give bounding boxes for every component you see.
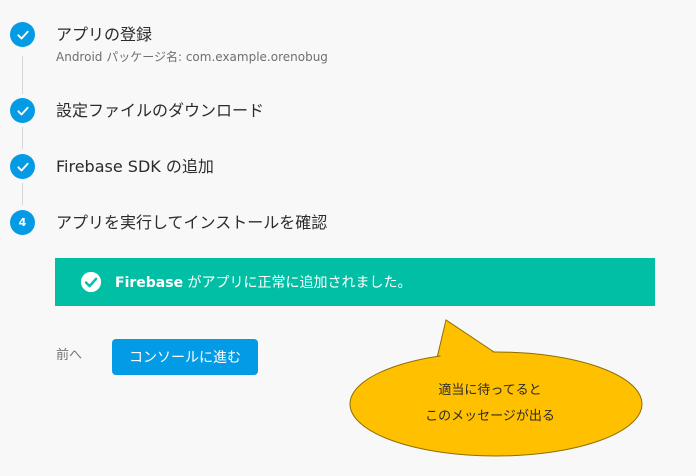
annotation-line-1: 適当に待ってると — [438, 383, 542, 398]
success-message: Firebase がアプリに正常に追加されました。 — [115, 272, 412, 292]
prev-button[interactable]: 前へ — [56, 346, 82, 366]
success-banner: Firebase がアプリに正常に追加されました。 — [55, 258, 655, 306]
annotation-line-2: このメッセージが出る — [425, 409, 555, 424]
continue-to-console-button[interactable]: コンソールに進む — [112, 339, 258, 375]
step-2-done-icon — [10, 98, 35, 123]
step-1-title: アプリの登録 — [56, 25, 153, 44]
step-4-number-badge: 4 — [10, 210, 35, 235]
setup-page: アプリの登録 Android パッケージ名: com.example.oreno… — [0, 0, 696, 476]
step-connector — [22, 56, 23, 94]
step-3-done-icon — [10, 154, 35, 179]
step-1-done-icon — [10, 22, 35, 47]
step-3-title: Firebase SDK の追加 — [56, 157, 214, 176]
step-1-subtitle: Android パッケージ名: com.example.orenobug — [56, 50, 328, 64]
step-connector — [22, 127, 23, 149]
step-connector — [22, 183, 23, 205]
brand-name: Firebase — [115, 275, 184, 291]
callout-pointer — [436, 319, 502, 359]
annotation-text: 適当に待ってると このメッセージが出る — [380, 378, 600, 430]
step-4-title: アプリを実行してインストールを確認 — [56, 213, 328, 232]
step-2-title: 設定ファイルのダウンロード — [56, 101, 265, 120]
success-message-text: がアプリに正常に追加されました。 — [183, 275, 412, 291]
step-4-number: 4 — [18, 216, 27, 229]
check-circle-icon — [80, 271, 102, 293]
